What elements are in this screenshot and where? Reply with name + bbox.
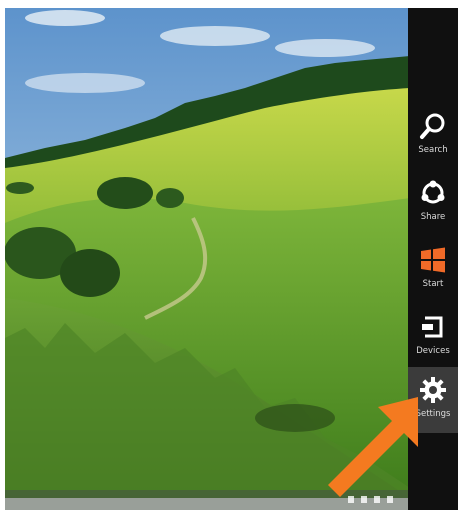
charm-share-label: Share — [420, 212, 446, 222]
charm-share[interactable]: Share — [408, 170, 458, 236]
share-icon — [418, 178, 448, 208]
tray-flag-icon[interactable] — [348, 496, 354, 503]
desktop-wallpaper — [5, 8, 410, 498]
devices-icon — [418, 312, 448, 342]
charm-start[interactable]: Start — [408, 237, 458, 303]
charm-search[interactable]: Search — [408, 103, 458, 169]
charm-start-label: Start — [422, 279, 444, 289]
charms-bar: Search Share Start Devices Settings — [408, 8, 458, 510]
gear-icon — [418, 375, 448, 405]
charm-settings-label: Settings — [415, 409, 451, 419]
charm-settings[interactable]: Settings — [408, 367, 458, 433]
search-icon — [418, 111, 448, 141]
charm-devices-label: Devices — [416, 346, 450, 356]
charm-devices[interactable]: Devices — [408, 304, 458, 370]
taskbar — [5, 490, 410, 510]
tray-volume-icon[interactable] — [387, 496, 393, 503]
tray-battery-icon[interactable] — [374, 496, 380, 503]
windows-logo-icon — [418, 245, 448, 275]
tray-network-icon[interactable] — [361, 496, 367, 503]
charm-search-label: Search — [418, 145, 448, 155]
